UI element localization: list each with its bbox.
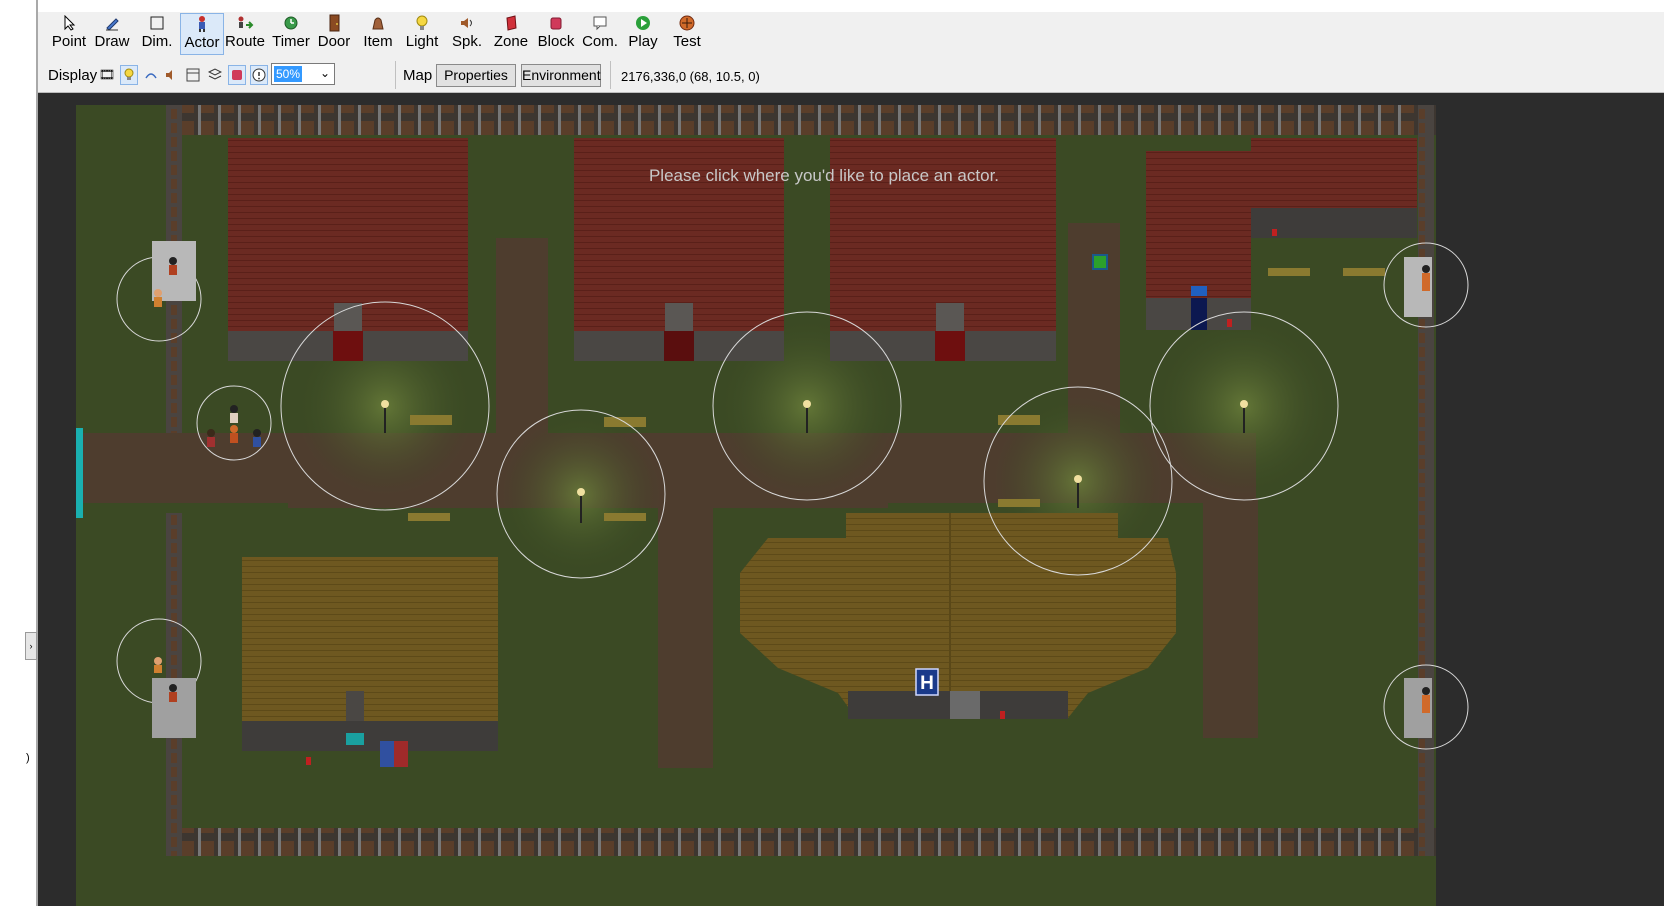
tool-comment[interactable]: Com. xyxy=(581,13,619,55)
route-icon xyxy=(236,13,254,33)
properties-button[interactable]: Properties xyxy=(436,64,516,87)
light-toggle-icon[interactable] xyxy=(120,65,138,85)
actor-sprite xyxy=(207,429,215,447)
play-icon xyxy=(635,13,651,33)
placement-hint: Please click where you'd like to place a… xyxy=(649,166,999,185)
speaker-icon xyxy=(458,13,476,33)
lightbulb-icon xyxy=(415,13,429,33)
actor-sprite xyxy=(1422,265,1430,291)
environment-button[interactable]: Environment xyxy=(521,64,601,87)
layers-toggle-icon[interactable] xyxy=(206,65,224,85)
block-toggle-icon[interactable] xyxy=(228,65,246,85)
tool-play[interactable]: Play xyxy=(625,13,661,55)
fence-top xyxy=(166,105,1436,135)
tool-test[interactable]: Test xyxy=(668,13,706,55)
store-building[interactable] xyxy=(242,557,498,767)
fence-bottom xyxy=(166,828,1436,856)
map-viewport[interactable]: H Please click where you'd like to place… xyxy=(38,93,1664,906)
house-1[interactable] xyxy=(228,138,468,361)
actor-icon xyxy=(194,14,210,34)
tool-item[interactable]: Item xyxy=(360,13,396,55)
fence-right xyxy=(1418,105,1434,856)
actor-sprite xyxy=(230,405,238,423)
item-bag-icon xyxy=(370,13,386,33)
map-label: Map xyxy=(403,67,433,84)
tool-speaker[interactable]: Spk. xyxy=(448,13,486,55)
map-canvas[interactable]: H Please click where you'd like to place… xyxy=(38,93,1664,906)
tool-light[interactable]: Light xyxy=(404,13,440,55)
info-toggle-icon[interactable] xyxy=(250,65,268,85)
tool-actor[interactable]: Actor xyxy=(180,13,224,55)
speaker-toggle-icon[interactable] xyxy=(162,65,180,85)
door-icon xyxy=(327,13,341,33)
tool-point[interactable]: Point xyxy=(50,13,88,55)
hospital-sign-letter: H xyxy=(920,673,934,694)
panel-edge-glyph: ) xyxy=(26,752,30,764)
pencil-icon xyxy=(104,13,120,33)
route-toggle-icon[interactable] xyxy=(142,65,160,85)
tool-zone[interactable]: Zone xyxy=(492,13,530,55)
collapse-panel-tab[interactable]: › xyxy=(25,632,37,660)
tool-timer[interactable]: Timer xyxy=(270,13,312,55)
tool-dim[interactable]: Dim. xyxy=(138,13,176,55)
tool-route[interactable]: Route xyxy=(224,13,266,55)
filmstrip-icon[interactable]: 🎞 xyxy=(98,65,116,85)
actor-sprite xyxy=(154,289,162,307)
dimension-square-icon xyxy=(149,13,165,33)
region-marker[interactable] xyxy=(76,428,83,518)
actor-sprite xyxy=(169,684,177,702)
zone-icon xyxy=(503,13,519,33)
toolbar-separator xyxy=(610,61,611,89)
cursor-coordinates: 2176,336,0 (68, 10.5, 0) xyxy=(621,69,760,84)
actor-sprite xyxy=(154,657,162,673)
test-icon xyxy=(679,13,695,33)
display-toolbar: Display 🎞 50% ⌄ Map Properties Environme… xyxy=(38,59,1664,93)
block-icon xyxy=(548,13,564,33)
timer-icon xyxy=(283,13,299,33)
actor-sprite xyxy=(1422,687,1430,713)
zoom-select[interactable]: 50% ⌄ xyxy=(271,63,335,85)
actor-sprite xyxy=(230,425,238,443)
tool-door[interactable]: Door xyxy=(316,13,352,55)
comment-icon xyxy=(592,13,608,33)
main-toolbar: Point Draw Dim. Actor Route Timer Door I… xyxy=(38,12,1664,60)
left-panel-strip xyxy=(0,0,36,906)
tool-block[interactable]: Block xyxy=(536,13,576,55)
tool-draw[interactable]: Draw xyxy=(93,13,131,55)
toolbar-separator xyxy=(395,61,396,89)
spawn-marker[interactable] xyxy=(1092,254,1108,270)
cursor-icon xyxy=(62,13,76,33)
display-label: Display xyxy=(48,67,98,84)
grid-toggle-icon[interactable] xyxy=(184,65,202,85)
actor-sprite xyxy=(253,429,261,447)
chevron-down-icon: ⌄ xyxy=(319,66,330,80)
actor-sprite xyxy=(169,257,177,275)
